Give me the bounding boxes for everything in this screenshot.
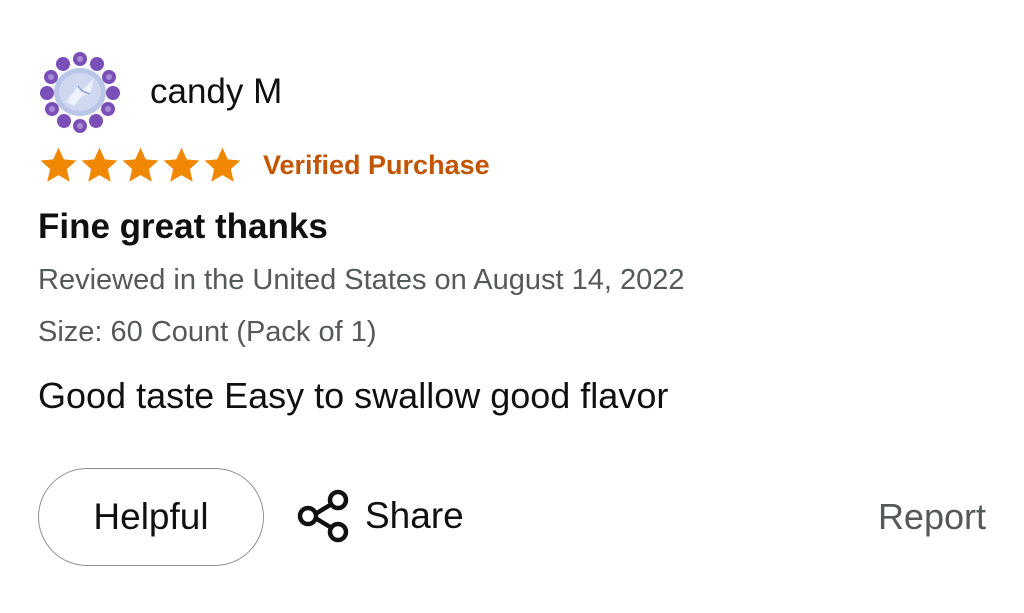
review-date: Reviewed in the United States on August … xyxy=(38,264,685,296)
share-icon xyxy=(297,489,349,543)
rating-row: Verified Purchase xyxy=(38,145,490,186)
report-link[interactable]: Report xyxy=(878,496,986,538)
product-size: Size: 60 Count (Pack of 1) xyxy=(38,316,377,348)
star-icon xyxy=(81,147,118,182)
review-title: Fine great thanks xyxy=(38,207,328,246)
avatar[interactable] xyxy=(38,50,122,134)
star-icon xyxy=(122,147,159,182)
share-label: Share xyxy=(365,495,464,536)
star-rating[interactable] xyxy=(38,145,243,186)
star-icon xyxy=(40,147,77,182)
review-body: Good taste Easy to swallow good flavor xyxy=(38,375,669,416)
star-icon xyxy=(204,147,241,182)
helpful-button[interactable]: Helpful xyxy=(38,468,264,566)
reviewer-profile[interactable]: candy M xyxy=(38,50,282,134)
star-icon xyxy=(163,147,200,182)
reviewer-name[interactable]: candy M xyxy=(150,72,282,112)
verified-purchase-badge: Verified Purchase xyxy=(263,150,490,180)
share-button[interactable]: Share xyxy=(295,488,464,544)
review-card: candy M Verified Purchase Fine great tha… xyxy=(0,0,1024,613)
